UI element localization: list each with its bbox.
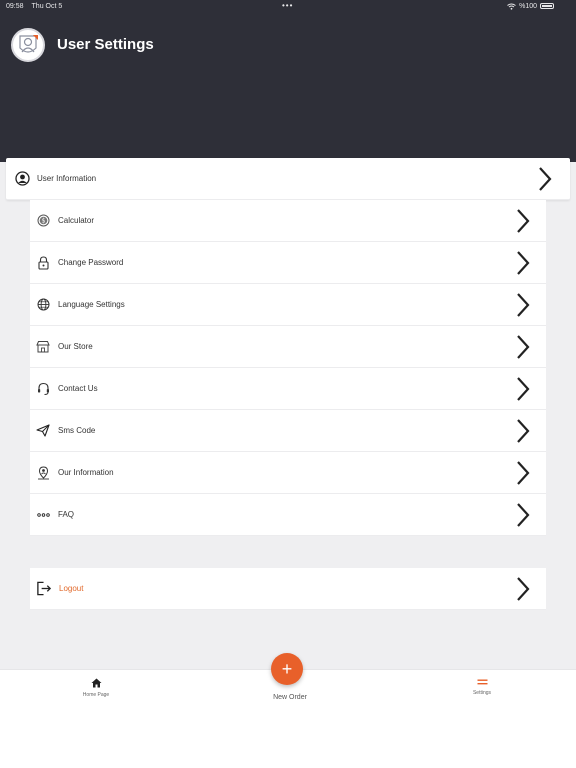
new-order-label: New Order xyxy=(273,694,307,701)
multitasking-dots-icon[interactable]: ••• xyxy=(282,1,293,10)
battery-percent: %100 xyxy=(519,2,537,10)
status-date: Thu Oct 5 xyxy=(31,2,63,10)
tab-home-page[interactable]: Home Page xyxy=(76,678,116,698)
tab-settings[interactable]: Settings xyxy=(462,678,502,696)
home-icon xyxy=(91,678,101,688)
lock-icon xyxy=(35,255,51,271)
menu-item-calculator[interactable]: $ Calculator xyxy=(30,200,546,242)
map-pin-user-icon xyxy=(35,465,51,481)
battery-icon xyxy=(540,3,554,9)
menu-item-our-information[interactable]: Our Information xyxy=(30,452,546,494)
user-information-label: User Information xyxy=(37,174,97,183)
dollar-coin-icon: $ xyxy=(35,213,51,229)
chevron-right-icon xyxy=(517,209,530,233)
chevron-right-icon xyxy=(539,167,552,191)
logout-icon xyxy=(36,581,52,597)
menu-item-change-password[interactable]: Change Password xyxy=(30,242,546,284)
ellipsis-icon xyxy=(35,507,51,523)
chevron-right-icon xyxy=(517,293,530,317)
profile-avatar-icon[interactable] xyxy=(11,28,45,62)
menu-item-our-store[interactable]: Our Store xyxy=(30,326,546,368)
menu-item-label: Sms Code xyxy=(58,426,96,435)
headset-icon xyxy=(35,381,51,397)
chevron-right-icon xyxy=(517,461,530,485)
new-order-button[interactable]: + xyxy=(271,653,303,685)
user-information-row[interactable]: User Information xyxy=(6,158,570,200)
menu-item-label: Contact Us xyxy=(58,384,98,393)
menu-item-language-settings[interactable]: Language Settings xyxy=(30,284,546,326)
chevron-right-icon xyxy=(517,251,530,275)
chevron-right-icon xyxy=(517,577,530,601)
header: User Settings xyxy=(0,12,576,162)
menu-item-label: Our Store xyxy=(58,342,93,351)
svg-text:$: $ xyxy=(41,218,45,225)
menu-item-faq[interactable]: FAQ xyxy=(30,494,546,536)
menu-item-label: Our Information xyxy=(58,468,114,477)
globe-icon xyxy=(35,297,51,313)
page-title: User Settings xyxy=(57,36,154,53)
wifi-icon xyxy=(507,3,516,10)
logout-row[interactable]: Logout xyxy=(30,568,546,610)
status-bar: 09:58 Thu Oct 5 ••• %100 xyxy=(0,0,576,12)
menu-item-label: FAQ xyxy=(58,510,75,519)
tab-label: Home Page xyxy=(82,692,110,698)
menu-item-sms-code[interactable]: Sms Code xyxy=(30,410,546,452)
menu-lines-icon xyxy=(477,679,487,685)
menu-item-contact-us[interactable]: Contact Us xyxy=(30,368,546,410)
store-icon xyxy=(35,339,51,355)
chevron-right-icon xyxy=(517,377,530,401)
chevron-right-icon xyxy=(517,335,530,359)
paper-plane-icon xyxy=(35,423,51,439)
chevron-right-icon xyxy=(517,419,530,443)
menu-item-label: Change Password xyxy=(58,258,124,267)
status-time: 09:58 xyxy=(6,2,24,10)
tab-label: Settings xyxy=(472,690,492,696)
logout-label: Logout xyxy=(59,584,84,593)
plus-icon: + xyxy=(281,658,293,679)
menu-item-label: Language Settings xyxy=(58,300,125,309)
user-circle-icon xyxy=(14,171,30,187)
chevron-right-icon xyxy=(517,503,530,527)
menu-item-label: Calculator xyxy=(58,216,95,225)
